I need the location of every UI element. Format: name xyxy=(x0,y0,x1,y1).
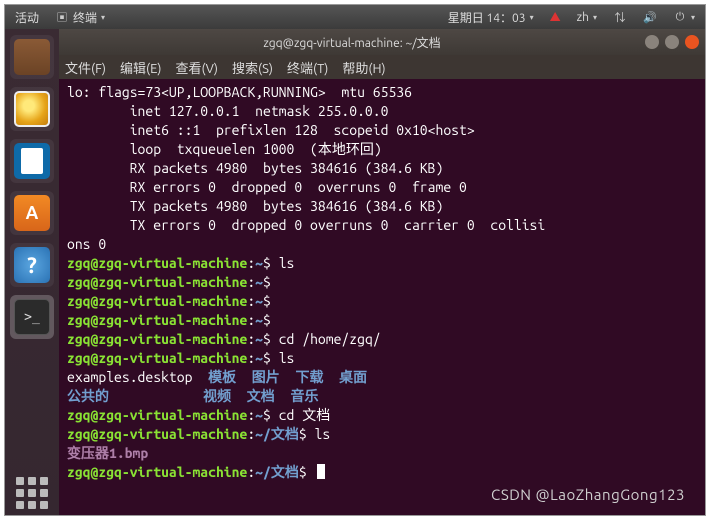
chevron-down-icon: ▾ xyxy=(691,13,695,22)
desktop-frame: 活动 ▣ 终端 ▾ 星期日 14：03 ▾ ▲ zh ▾ ⇅ 🔊 ⏻▾ xyxy=(4,4,706,516)
terminal-menubar: 文件(F) 编辑(E) 查看(V) 搜索(S) 终端(T) 帮助(H) xyxy=(59,55,705,79)
cmd: ls xyxy=(279,255,295,271)
terminal-icon: ▣ xyxy=(55,10,69,24)
files-icon xyxy=(14,39,50,75)
out: RX errors 0 dropped 0 overruns 0 frame 0 xyxy=(67,179,467,195)
ls-file: examples.desktop xyxy=(67,369,208,385)
out: ons 0 xyxy=(67,236,106,252)
prompt-user: zgq@zgq-virtual-machine xyxy=(67,407,247,423)
app-menu[interactable]: ▣ 终端 ▾ xyxy=(51,9,109,26)
chevron-down-icon: ▾ xyxy=(530,13,534,22)
text-cursor xyxy=(317,464,325,479)
launcher-rhythmbox[interactable] xyxy=(10,87,54,131)
prompt-dollar: $ xyxy=(263,274,279,290)
volume-indicator[interactable]: 🔊 xyxy=(639,10,661,24)
prompt-path: ~ xyxy=(255,274,263,290)
launcher-writer[interactable] xyxy=(10,139,54,183)
window-title: zgq@zgq-virtual-machine: ~/文档 xyxy=(65,34,639,51)
out: TX packets 4980 bytes 384616 (384.6 KB) xyxy=(67,198,443,214)
menu-view[interactable]: 查看(V) xyxy=(176,58,218,77)
chevron-down-icon: ▾ xyxy=(101,13,105,22)
prompt-user: zgq@zgq-virtual-machine xyxy=(67,350,247,366)
prompt-path: ~ xyxy=(255,331,263,347)
ls-dirs: 模板 图片 下载 桌面 xyxy=(208,369,367,385)
cmd: ls xyxy=(315,426,331,442)
prompt-dollar: $ xyxy=(299,426,315,442)
prompt-path: ~ xyxy=(255,293,263,309)
ls-image: 变压器1.bmp xyxy=(67,445,148,461)
input-source[interactable]: zh ▾ xyxy=(573,11,601,24)
prompt-path: ~/文档 xyxy=(255,464,299,480)
ls-dirs: 视频 文档 音乐 xyxy=(203,388,318,404)
prompt-dollar: $ xyxy=(263,312,279,328)
prompt-path: ~ xyxy=(255,407,263,423)
power-icon: ⏻ xyxy=(673,10,687,24)
warning-indicator[interactable]: ▲ xyxy=(546,9,565,25)
speaker-icon xyxy=(14,91,50,127)
launcher-software[interactable] xyxy=(10,191,54,235)
document-icon xyxy=(14,143,50,179)
menu-help[interactable]: 帮助(H) xyxy=(342,58,385,77)
prompt-dollar: $ xyxy=(263,255,279,271)
gnome-top-panel: 活动 ▣ 终端 ▾ 星期日 14：03 ▾ ▲ zh ▾ ⇅ 🔊 ⏻▾ xyxy=(5,5,705,29)
launcher-files[interactable] xyxy=(10,35,54,79)
power-indicator[interactable]: ⏻▾ xyxy=(669,10,699,24)
out: inet6 ::1 prefixlen 128 scopeid 0x10<hos… xyxy=(67,122,475,138)
prompt-dollar: $ xyxy=(263,407,279,423)
terminal-icon xyxy=(14,299,50,335)
out: inet 127.0.0.1 netmask 255.0.0.0 xyxy=(67,103,388,119)
ls-dir: 公共的 xyxy=(67,388,203,404)
apps-grid-icon xyxy=(14,475,50,511)
menu-search[interactable]: 搜索(S) xyxy=(232,58,273,77)
prompt-path: ~ xyxy=(255,350,263,366)
unity-launcher xyxy=(5,29,59,515)
menu-edit[interactable]: 编辑(E) xyxy=(120,58,161,77)
prompt-path: ~ xyxy=(255,255,263,271)
minimize-button[interactable] xyxy=(645,35,659,49)
prompt-user: zgq@zgq-virtual-machine xyxy=(67,312,247,328)
cmd: ls xyxy=(279,350,295,366)
prompt-user: zgq@zgq-virtual-machine xyxy=(67,464,247,480)
network-icon: ⇅ xyxy=(613,10,627,24)
terminal-output[interactable]: lo: flags=73<UP,LOOPBACK,RUNNING> mtu 65… xyxy=(59,79,705,515)
launcher-help[interactable] xyxy=(10,243,54,287)
prompt-dollar: $ xyxy=(299,464,315,480)
network-indicator[interactable]: ⇅ xyxy=(609,10,631,24)
activities-button[interactable]: 活动 xyxy=(11,9,43,26)
launcher-show-apps[interactable] xyxy=(10,471,54,515)
chevron-down-icon: ▾ xyxy=(593,13,597,22)
menu-file[interactable]: 文件(F) xyxy=(65,58,106,77)
lang-label: zh xyxy=(577,11,589,24)
prompt-dollar: $ xyxy=(263,331,279,347)
out: RX packets 4980 bytes 384616 (384.6 KB) xyxy=(67,160,443,176)
prompt-user: zgq@zgq-virtual-machine xyxy=(67,255,247,271)
terminal-window: zgq@zgq-virtual-machine: ~/文档 文件(F) 编辑(E… xyxy=(59,29,705,515)
close-button[interactable] xyxy=(685,35,699,49)
prompt-user: zgq@zgq-virtual-machine xyxy=(67,293,247,309)
out: lo: flags=73<UP,LOOPBACK,RUNNING> mtu 65… xyxy=(67,84,412,100)
prompt-dollar: $ xyxy=(263,350,279,366)
launcher-terminal[interactable] xyxy=(10,295,54,339)
maximize-button[interactable] xyxy=(665,35,679,49)
cmd: cd 文档 xyxy=(279,407,331,423)
out: loop txqueuelen 1000 (本地环回) xyxy=(67,141,382,157)
out: TX errors 0 dropped 0 overruns 0 carrier… xyxy=(67,217,545,233)
cmd: cd /home/zgq/ xyxy=(279,331,381,347)
prompt-path: ~ xyxy=(255,312,263,328)
app-menu-label: 终端 xyxy=(73,9,97,26)
prompt-dollar: $ xyxy=(263,293,279,309)
shopping-bag-icon xyxy=(14,195,50,231)
window-titlebar[interactable]: zgq@zgq-virtual-machine: ~/文档 xyxy=(59,29,705,55)
menu-terminal[interactable]: 终端(T) xyxy=(287,58,328,77)
clock[interactable]: 星期日 14：03 ▾ xyxy=(444,9,538,26)
prompt-user: zgq@zgq-virtual-machine xyxy=(67,426,247,442)
speaker-icon: 🔊 xyxy=(643,10,657,24)
prompt-path: ~/文档 xyxy=(255,426,299,442)
prompt-user: zgq@zgq-virtual-machine xyxy=(67,274,247,290)
prompt-user: zgq@zgq-virtual-machine xyxy=(67,331,247,347)
help-icon xyxy=(14,247,50,283)
clock-label: 星期日 14：03 xyxy=(448,9,526,26)
